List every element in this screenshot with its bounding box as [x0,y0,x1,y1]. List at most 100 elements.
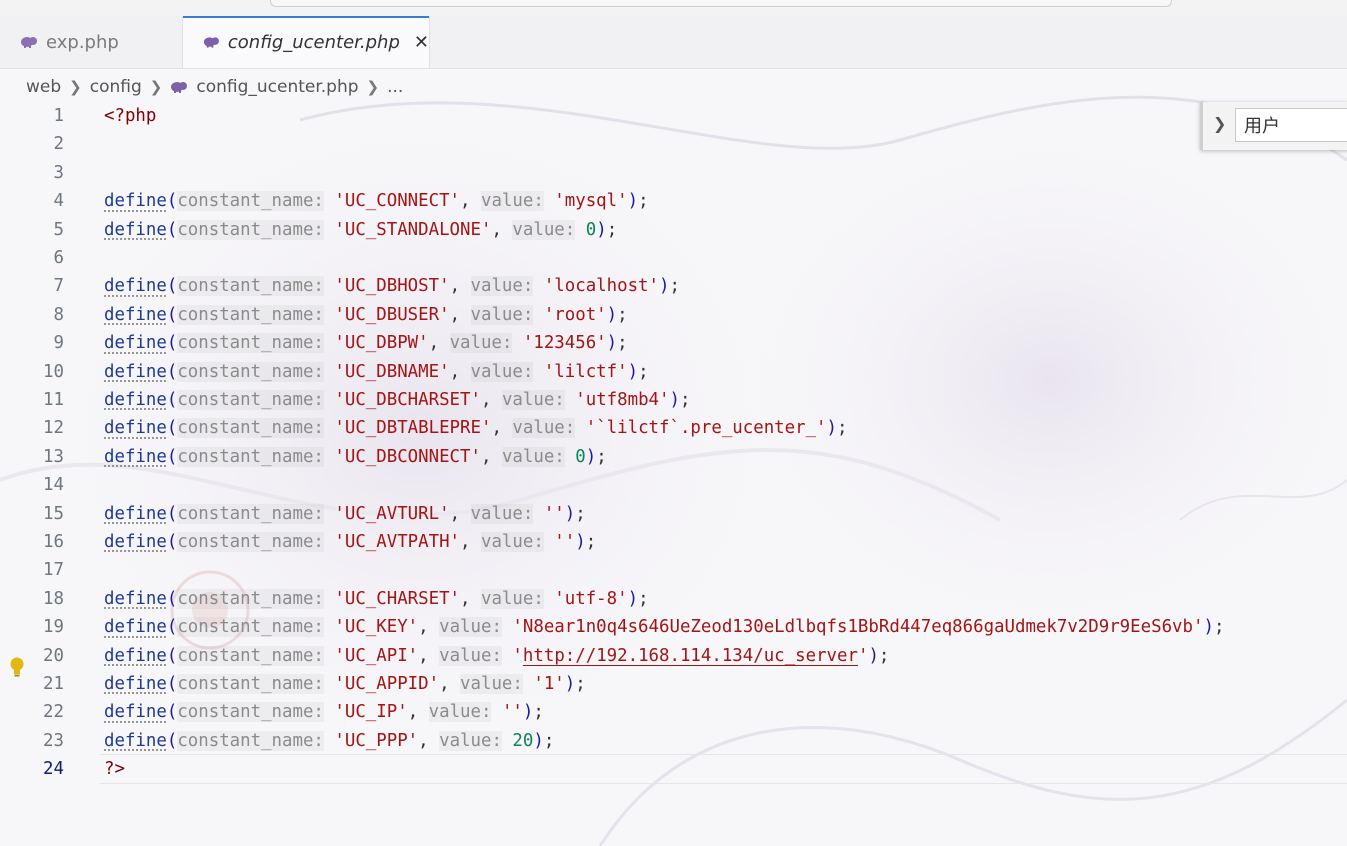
token-paren: ) [669,390,680,410]
token-kw: ?> [104,759,125,780]
tab-config-ucenter-php[interactable]: config_ucenter.php ✕ [182,16,430,68]
title-bar [0,0,1347,16]
token-paren: ( [166,617,178,638]
php-icon [21,37,37,48]
code-line[interactable]: 22 define(constant_name: 'UC_IP', value: … [0,698,1347,726]
token-str: 'UC_DBCHARSET' [334,390,481,410]
code-line[interactable]: 21 define(constant_name: 'UC_APPID', valu… [0,670,1347,698]
code-line[interactable]: 6 [0,244,1347,272]
code-line[interactable]: 11 define(constant_name: 'UC_DBCHARSET', … [0,386,1347,414]
token-pun [533,276,543,296]
code-line[interactable]: 10 define(constant_name: 'UC_DBNAME', val… [0,358,1347,386]
token-str: 'UC_AVTURL' [334,503,450,524]
code-line[interactable]: 17 [0,556,1347,584]
token-str: 'UC_DBUSER' [334,304,450,325]
token-paren: ( [166,446,178,467]
line-number: 6 [53,248,64,268]
token-pun: ; [837,418,848,439]
code-line[interactable]: 1 <?php [0,102,1347,130]
breadcrumb-item-symbol[interactable]: ... [387,77,403,97]
line-code: define(constant_name: 'UC_AVTPATH', valu… [104,528,596,556]
token-hint: value: [460,674,523,694]
token-num: 0 [575,446,586,467]
code-line[interactable]: 2 [0,130,1347,158]
chevron-right-icon: ❯ [69,78,82,96]
lightbulb-icon[interactable] [8,656,26,678]
token-pun: , [407,702,429,723]
tab-exp-php[interactable]: exp.php [0,16,182,68]
line-code: define(constant_name: 'UC_API', value: '… [104,642,889,670]
token-pun [324,333,334,353]
token-pun: , [449,276,471,297]
line-code: define(constant_name: 'UC_DBNAME', value… [104,358,649,386]
token-paren: ) [659,276,670,297]
token-paren: ) [564,674,576,694]
token-str: '' [501,702,523,723]
token-pun: , [439,674,461,694]
token-pun [533,305,543,325]
line-number: 8 [53,304,64,325]
token-pun: , [460,191,481,212]
token-pun: ; [596,446,607,467]
chevron-right-icon: ❯ [366,78,380,96]
close-icon[interactable]: ✕ [414,32,429,53]
code-line[interactable]: 14 [0,471,1347,499]
code-line[interactable]: 9 define(constant_name: 'UC_DBPW', value:… [0,329,1347,357]
breadcrumb-item-web[interactable]: web [26,77,61,97]
token-hint: constant_name: [177,702,324,723]
breadcrumb-item-config[interactable]: config [90,77,142,97]
token-fn: define [104,333,167,354]
token-str: 'UC_DBPW' [334,333,429,354]
code-line[interactable]: 20 define(constant_name: 'UC_API', value:… [0,642,1347,670]
chevron-right-icon[interactable]: ❯ [1213,114,1226,133]
code-line[interactable]: 3 [0,159,1347,187]
code-editor[interactable]: 1 <?php 2 3 4 define(constant_name: 'UC_CONNE… [0,102,1347,846]
token-hint: value: [512,418,576,439]
line-number: 7 [53,276,64,297]
code-line[interactable]: 4 define(constant_name: 'UC_CONNECT', val… [0,187,1347,215]
line-number: 19 [43,617,64,638]
token-str: 'localhost' [543,276,659,297]
token-pun [324,646,334,666]
token-pun [324,362,334,382]
token-hint: constant_name: [177,219,324,240]
line-code: define(constant_name: 'UC_AVTURL', value… [104,500,586,528]
breadcrumb-item-file[interactable]: config_ucenter.php [196,77,358,97]
code-line[interactable]: 12 define(constant_name: 'UC_DBTABLEPRE',… [0,414,1347,442]
token-pun: , [418,730,440,751]
line-number: 17 [43,560,64,581]
token-str: '1' [533,674,565,694]
find-input[interactable] [1235,108,1347,142]
code-line[interactable]: 7 define(constant_name: 'UC_DBHOST', valu… [0,272,1347,300]
code-line[interactable]: 8 define(constant_name: 'UC_DBUSER', valu… [0,301,1347,329]
token-pun [565,390,575,410]
token-paren: ( [166,645,178,666]
token-pun: ; [543,730,555,751]
command-center[interactable] [270,0,1172,7]
code-line[interactable]: 5 define(constant_name: 'UC_STANDALONE', … [0,216,1347,244]
token-paren: ) [575,532,586,552]
line-number: 5 [53,219,64,240]
token-str: 'UC_CONNECT' [334,191,461,212]
token-pun [575,220,585,240]
line-code: define(constant_name: 'UC_IP', value: ''… [104,698,544,726]
token-hint: value: [480,191,544,212]
code-line[interactable]: 19 define(constant_name: 'UC_KEY', value:… [0,613,1347,641]
php-icon [203,37,219,48]
token-pun [512,333,522,353]
token-hint: constant_name: [177,276,324,297]
token-str: 'lilctf' [543,361,628,382]
token-paren: ( [166,333,178,354]
code-line[interactable]: 16 define(constant_name: 'UC_AVTPATH', va… [0,528,1347,556]
token-str: ' [512,645,523,666]
token-hint: value: [439,645,502,666]
token-pun: , [491,219,513,240]
code-line[interactable]: 23 define(constant_name: 'UC_PPP', value:… [0,727,1347,755]
code-line[interactable]: 13 define(constant_name: 'UC_DBCONNECT', … [0,443,1347,471]
token-hint: value: [470,276,534,297]
code-line[interactable]: 15 define(constant_name: 'UC_AVTURL', val… [0,500,1347,528]
code-line[interactable]: 18 define(constant_name: 'UC_CHARSET', va… [0,585,1347,613]
code-line[interactable]: 24 ?> [0,754,1347,785]
token-str: 'UC_API' [334,645,419,666]
token-hint: value: [449,333,513,354]
